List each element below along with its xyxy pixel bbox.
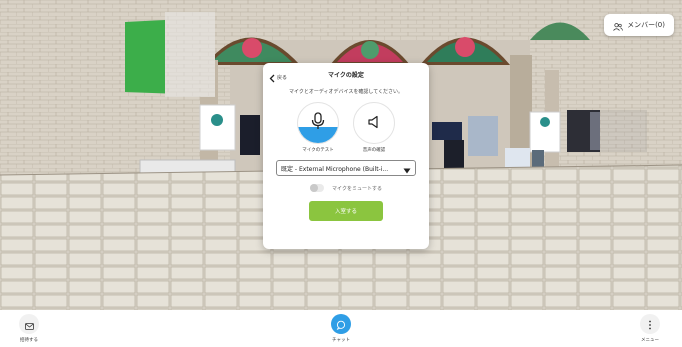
chat-button[interactable]: チャット [331, 314, 351, 343]
mic-test-button[interactable] [297, 102, 339, 144]
device-test-row: マイクのテスト 音声の確認 [263, 102, 429, 153]
mic-settings-dialog: 戻る マイクの設定 マイクとオーディオデバイスを確認してください。 マイクのテス… [263, 63, 429, 249]
chevron-left-icon [269, 68, 275, 87]
dialog-header: 戻る マイクの設定 [263, 63, 429, 85]
menu-button[interactable]: メニュー [640, 314, 660, 343]
join-button[interactable]: 入室する [309, 201, 383, 221]
mute-toggle[interactable] [310, 184, 325, 192]
back-button[interactable]: 戻る [269, 68, 287, 87]
speaker-icon [367, 114, 381, 133]
bottom-bar: 招待する チャット メニュー [0, 310, 682, 347]
back-label: 戻る [277, 75, 288, 81]
mute-row: マイクをミュートする [263, 184, 429, 192]
mic-test: マイクのテスト [297, 102, 339, 153]
menu-label: メニュー [641, 338, 659, 343]
invite-label: 招待する [20, 338, 38, 343]
dialog-description: マイクとオーディオデバイスを確認してください。 [288, 89, 404, 95]
device-selected-value: 既定 - External Microphone (Built-i... [281, 165, 389, 173]
chat-label: チャット [332, 338, 350, 343]
microphone-device-select[interactable]: 既定 - External Microphone (Built-i... [276, 160, 416, 176]
people-icon [613, 16, 623, 35]
speaker-test-label: 音声の確認 [362, 148, 386, 153]
mute-label: マイクをミュートする [332, 185, 382, 192]
speaker-test: 音声の確認 [353, 102, 395, 153]
members-button[interactable]: メンバー(0) [604, 14, 674, 36]
toggle-knob [310, 184, 319, 192]
invite-icon-wrap [19, 314, 39, 334]
speaker-test-button[interactable] [353, 102, 395, 144]
invite-button[interactable]: 招待する [19, 314, 39, 343]
dialog-title: マイクの設定 [328, 71, 364, 79]
caret-down-icon [403, 159, 411, 178]
members-label: メンバー(0) [627, 21, 665, 29]
menu-icon-wrap [640, 314, 660, 334]
mail-icon [24, 315, 34, 334]
mic-test-label: マイクのテスト [302, 148, 334, 153]
chat-icon-wrap [331, 314, 351, 334]
chat-bubble-icon [336, 315, 346, 334]
more-vertical-icon [648, 315, 652, 334]
